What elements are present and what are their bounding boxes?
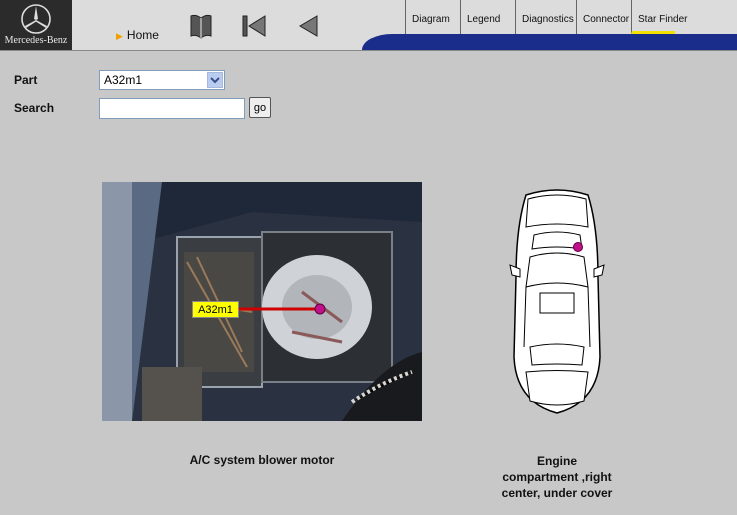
part-select-value: A32m1 xyxy=(104,73,143,87)
component-callout: A32m1 xyxy=(192,301,239,318)
location-marker xyxy=(573,242,583,252)
tab-connector[interactable]: Connector xyxy=(576,0,631,34)
skip-first-icon[interactable] xyxy=(240,12,268,40)
tab-diagram[interactable]: Diagram xyxy=(405,0,460,34)
arrow-right-icon: ▶ xyxy=(116,31,123,41)
home-label: Home xyxy=(126,28,159,42)
tab-legend[interactable]: Legend xyxy=(460,0,515,34)
part-label: Part xyxy=(14,73,38,87)
tab-bar: Diagram Legend Diagnostics Connector Sta… xyxy=(405,0,687,34)
chevron-down-icon[interactable] xyxy=(207,72,223,88)
tab-diagnostics[interactable]: Diagnostics xyxy=(515,0,576,34)
tab-star-finder[interactable]: Star Finder xyxy=(631,0,687,34)
component-caption: A/C system blower motor xyxy=(189,453,335,467)
top-toolbar: Mercedes-Benz ▶ Home Diagram Legend Diagn… xyxy=(0,0,737,51)
home-link[interactable]: ▶ Home xyxy=(116,28,159,42)
location-caption-line: Engine xyxy=(536,454,577,468)
search-label: Search xyxy=(14,101,55,115)
location-caption-line: compartment ,right xyxy=(502,470,612,484)
component-photo xyxy=(102,182,422,421)
tab-strip xyxy=(405,34,737,50)
search-input[interactable] xyxy=(99,98,245,119)
back-icon[interactable] xyxy=(296,12,320,40)
book-icon[interactable] xyxy=(188,12,214,40)
mercedes-star-icon xyxy=(21,4,51,34)
location-caption-line: center, under cover xyxy=(501,486,613,500)
location-caption: Engine compartment ,right center, under … xyxy=(475,453,639,501)
brand-logo: Mercedes-Benz xyxy=(0,0,72,50)
brand-name: Mercedes-Benz xyxy=(4,35,68,46)
component-marker xyxy=(314,303,326,315)
part-select[interactable]: A32m1 xyxy=(99,70,225,90)
go-button[interactable]: go xyxy=(249,97,271,118)
car-location-diagram xyxy=(509,189,605,414)
